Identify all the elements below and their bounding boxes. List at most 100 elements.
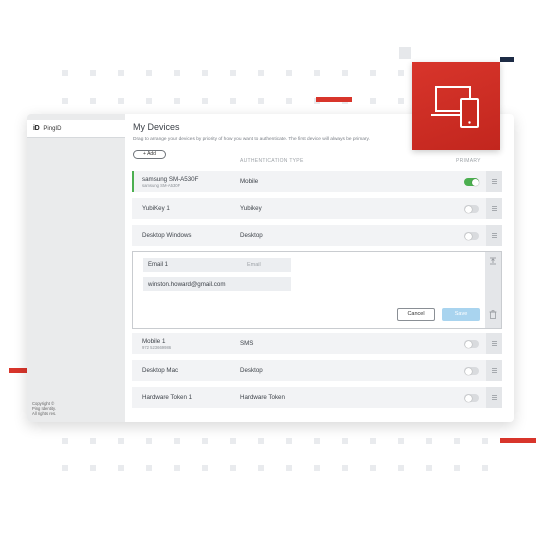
device-row[interactable]: Desktop Windows Desktop xyxy=(132,225,502,246)
decorative-dot xyxy=(174,70,180,76)
decorative-dot xyxy=(426,438,432,444)
primary-toggle[interactable] xyxy=(464,394,479,402)
page-subtitle: Drag to arrange your devices by priority… xyxy=(133,137,370,142)
cancel-button[interactable]: Cancel xyxy=(397,308,435,321)
devices-window: iD PingID Copyright © Ping Identity. All… xyxy=(27,114,514,422)
decorative-dot xyxy=(342,70,348,76)
primary-toggle[interactable] xyxy=(464,367,479,375)
device-row[interactable]: YubiKey 1 Yubikey xyxy=(132,198,502,219)
device-phone: 972 523669986 xyxy=(142,345,172,350)
decorative-dot xyxy=(202,438,208,444)
device-name: YubiKey 1 xyxy=(142,205,170,212)
decorative-dot xyxy=(286,438,292,444)
decorative-dot xyxy=(258,438,264,444)
device-type-value: Email xyxy=(247,261,261,268)
toggle-knob xyxy=(464,367,472,375)
device-row[interactable]: Mobile 1 972 523669986 SMS xyxy=(132,333,502,354)
devices-icon xyxy=(431,86,479,128)
device-auth-type: Hardware Token xyxy=(240,394,285,401)
trash-icon[interactable] xyxy=(489,310,497,319)
decorative-dot xyxy=(118,465,124,471)
email-value: winston.howard@gmail.com xyxy=(148,281,226,288)
drag-handle-icon[interactable] xyxy=(486,225,502,246)
device-row[interactable]: Desktop Mac Desktop xyxy=(132,360,502,381)
email-field[interactable]: winston.howard@gmail.com xyxy=(143,277,291,291)
page-title: My Devices xyxy=(133,122,180,132)
decorative-dot xyxy=(342,465,348,471)
decorative-dot xyxy=(286,70,292,76)
drag-handle-icon[interactable] xyxy=(486,198,502,219)
decorative-dot xyxy=(202,465,208,471)
decorative-dot xyxy=(258,70,264,76)
decorative-dot xyxy=(118,438,124,444)
edit-device-panel: Email 1 Email winston.howard@gmail.com C… xyxy=(132,251,502,329)
primary-toggle[interactable] xyxy=(464,178,479,186)
brand-logo: iD xyxy=(33,125,40,132)
device-auth-type: Desktop xyxy=(240,232,263,239)
decorative-dot xyxy=(230,465,236,471)
decorative-dot xyxy=(314,438,320,444)
decorative-dot xyxy=(174,465,180,471)
decorative-dot xyxy=(454,465,460,471)
decorative-dot xyxy=(258,465,264,471)
toggle-knob xyxy=(471,178,479,186)
edit-panel-side xyxy=(485,252,501,328)
column-header-auth-type: AUTHENTICATION TYPE xyxy=(240,158,304,164)
decorative-dot xyxy=(482,465,488,471)
decorative-dot xyxy=(118,70,124,76)
decorative-dot xyxy=(146,70,152,76)
toggle-knob xyxy=(464,232,472,240)
decorative-dot xyxy=(370,98,376,104)
decorative-dot xyxy=(146,438,152,444)
drag-handle-icon[interactable] xyxy=(486,360,502,381)
sidebar: iD PingID Copyright © Ping Identity. All… xyxy=(27,114,125,422)
device-name: Hardware Token 1 xyxy=(142,394,193,401)
decorative-dot xyxy=(174,98,180,104)
decorative-red-bar xyxy=(316,97,352,102)
decorative-dot xyxy=(370,438,376,444)
primary-toggle[interactable] xyxy=(464,340,479,348)
devices-tile xyxy=(412,62,500,150)
device-name-value: Email 1 xyxy=(148,262,169,268)
toggle-knob xyxy=(464,205,472,213)
decorative-dot xyxy=(482,438,488,444)
decorative-gray-square xyxy=(399,47,411,59)
copyright-text: Copyright © Ping Identity. All rights re… xyxy=(32,401,57,416)
save-button[interactable]: Save xyxy=(442,308,480,321)
decorative-dot xyxy=(398,70,404,76)
device-auth-type: Yubikey xyxy=(240,205,262,212)
main-panel: My Devices Drag to arrange your devices … xyxy=(125,114,514,422)
decorative-dot xyxy=(90,98,96,104)
device-name: samsung SM-A530F xyxy=(142,176,199,183)
device-name: Desktop Mac xyxy=(142,367,179,374)
decorative-dot xyxy=(370,465,376,471)
column-header-primary: PRIMARY xyxy=(456,158,481,164)
decorative-dot xyxy=(342,438,348,444)
decorative-dot xyxy=(62,70,68,76)
primary-toggle[interactable] xyxy=(464,232,479,240)
device-row[interactable]: Hardware Token 1 Hardware Token xyxy=(132,387,502,408)
brand-name: PingID xyxy=(43,125,62,132)
decorative-dot xyxy=(202,70,208,76)
drag-handle-icon[interactable] xyxy=(486,387,502,408)
decorative-red-bar-right xyxy=(500,438,536,443)
toggle-knob xyxy=(464,340,472,348)
device-row[interactable]: samsung SM-A530F samsung SM-A530F Mobile xyxy=(132,171,502,192)
decorative-dot xyxy=(286,465,292,471)
drag-handle-icon[interactable] xyxy=(486,171,502,192)
decorative-dot xyxy=(230,438,236,444)
device-name: Desktop Windows xyxy=(142,232,192,239)
brand-header[interactable]: iD PingID xyxy=(27,120,125,138)
device-name-field[interactable]: Email 1 Email xyxy=(143,258,291,272)
decorative-dot xyxy=(230,98,236,104)
primary-toggle[interactable] xyxy=(464,205,479,213)
decorative-dot xyxy=(90,438,96,444)
device-name: Mobile 1 xyxy=(142,338,166,345)
decorative-dot xyxy=(118,98,124,104)
drag-handle-icon[interactable] xyxy=(486,333,502,354)
decorative-navy-bar xyxy=(500,57,514,62)
add-device-button[interactable]: + Add xyxy=(133,150,166,159)
decorative-dot xyxy=(90,465,96,471)
decorative-dot xyxy=(426,465,432,471)
collapse-icon[interactable] xyxy=(489,257,497,265)
